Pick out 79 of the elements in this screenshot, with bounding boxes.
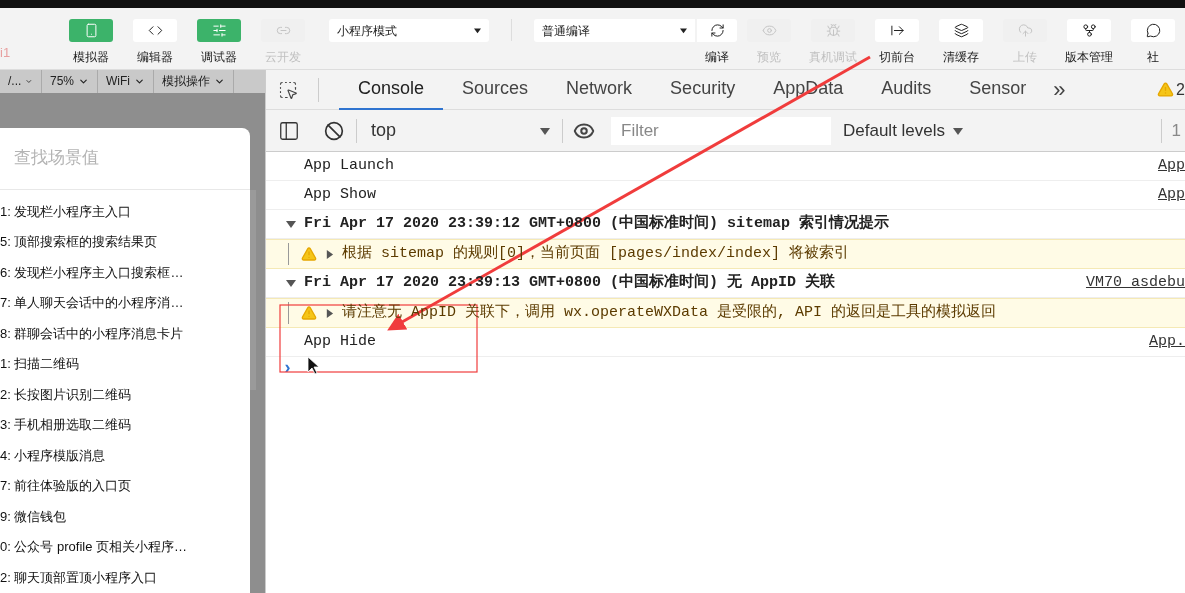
expand-toggle-icon[interactable]	[286, 219, 296, 229]
levels-select[interactable]: Default levels	[843, 117, 964, 144]
source-link[interactable]: App	[1158, 154, 1185, 178]
devtools-tab[interactable]: Audits	[862, 69, 951, 110]
code-icon	[147, 23, 163, 38]
console-prompt[interactable]: ›	[266, 357, 1185, 379]
clear-icon[interactable]	[324, 120, 344, 141]
devtools-tab[interactable]: Network	[547, 69, 652, 110]
inspect-icon[interactable]	[278, 79, 298, 100]
toolbar-button[interactable]	[939, 19, 983, 42]
warning-icon	[301, 305, 317, 321]
scene-item[interactable]: 6: 发现栏小程序主入口搜索框…	[0, 257, 250, 288]
mode-select[interactable]: 小程序模式	[329, 19, 489, 42]
scene-item[interactable]: 7: 单人聊天会话中的小程序消…	[0, 288, 250, 319]
source-link[interactable]: App	[1158, 183, 1185, 207]
refresh-icon	[709, 23, 725, 38]
source-link[interactable]: VM70 asdebu	[1085, 271, 1185, 295]
log-message: App Hide	[304, 331, 377, 352]
log-message: App Launch	[304, 155, 395, 176]
toolbar-label: 模拟器	[73, 49, 109, 66]
caret-icon	[473, 27, 481, 34]
warning-count: 2	[1176, 79, 1185, 100]
caret-icon	[540, 125, 550, 136]
toolbar-label: 社	[1147, 49, 1159, 66]
compile-select[interactable]: 普通编译	[533, 19, 695, 42]
scene-item[interactable]: 7: 前往体验版的入口页	[0, 471, 250, 502]
filter-field[interactable]: Filter	[611, 116, 831, 145]
phone-icon	[83, 23, 99, 38]
scene-item[interactable]: 2: 聊天顶部置顶小程序入口	[0, 562, 250, 593]
toolbar-button[interactable]	[875, 19, 919, 42]
bug-icon	[825, 23, 841, 38]
simulator-dropdown[interactable]: WiFi	[98, 70, 155, 93]
warning-icon	[1157, 81, 1175, 98]
toolbar-button[interactable]	[697, 19, 737, 42]
toolbar-label: 编辑器	[137, 49, 173, 66]
toolbar-label: 编译	[705, 49, 729, 66]
simulator-dropdown[interactable]: 75%	[42, 70, 99, 93]
simulator-dropdown[interactable]: 模拟操作	[154, 70, 235, 93]
simulator-dropdown[interactable]: /...	[0, 70, 42, 93]
layers-icon	[953, 23, 969, 38]
more-tabs-button[interactable]: »	[1045, 73, 1074, 106]
toolbar-label: 调试器	[201, 49, 237, 66]
warning-message: 根据 sitemap 的规则[0]，当前页面 [pages/index/index] 将被索引	[342, 243, 850, 264]
sliders-icon	[211, 23, 227, 38]
scene-item[interactable]: 1: 发现栏小程序主入口	[0, 196, 250, 227]
cursor-icon	[307, 356, 320, 375]
scene-item[interactable]: 0: 公众号 profile 页相关小程序…	[0, 532, 250, 563]
source-link[interactable]: App.	[1149, 330, 1185, 354]
scene-item[interactable]: 8: 群聊会话中的小程序消息卡片	[0, 318, 250, 349]
toolbar-button[interactable]	[1067, 19, 1111, 42]
scene-item[interactable]: 4: 小程序模版消息	[0, 440, 250, 471]
log-message: App Show	[304, 184, 377, 205]
scene-item[interactable]: 1: 扫描二维码	[0, 349, 250, 380]
toolbar-button[interactable]	[1131, 19, 1175, 42]
eye-icon	[761, 23, 777, 38]
expand-toggle-icon[interactable]	[286, 278, 296, 288]
branch-icon	[1081, 23, 1097, 38]
toolbar-label: 切前台	[879, 49, 915, 66]
context-select[interactable]: top	[357, 117, 562, 144]
sidebar-toggle-icon[interactable]	[278, 119, 300, 142]
scene-item[interactable]: 5: 顶部搜索框的搜索结果页	[0, 227, 250, 258]
toolbar-label: 清缓存	[943, 49, 979, 66]
warning-icon	[301, 246, 317, 262]
expand-toggle-icon[interactable]	[325, 249, 334, 259]
chat-icon	[1145, 23, 1161, 38]
brand-text: i1	[0, 44, 11, 62]
scene-item[interactable]: 9: 微信钱包	[0, 501, 250, 532]
counter-text: 1	[1171, 119, 1181, 142]
caret-icon	[953, 125, 964, 136]
scene-item[interactable]: 2: 长按图片识别二维码	[0, 379, 250, 410]
scene-item[interactable]: 3: 手机相册选取二维码	[0, 410, 250, 441]
expand-toggle-icon[interactable]	[325, 308, 334, 318]
caret-icon	[680, 27, 687, 34]
devtools-tab[interactable]: Sources	[443, 69, 548, 110]
cloud-upload-icon	[1017, 23, 1033, 38]
toolbar-label: 版本管理	[1065, 49, 1113, 66]
devtools-tab[interactable]: Security	[651, 69, 755, 110]
devtools-tab[interactable]: Sensor	[950, 69, 1046, 110]
search-field[interactable]: 查找场景值	[0, 127, 250, 190]
